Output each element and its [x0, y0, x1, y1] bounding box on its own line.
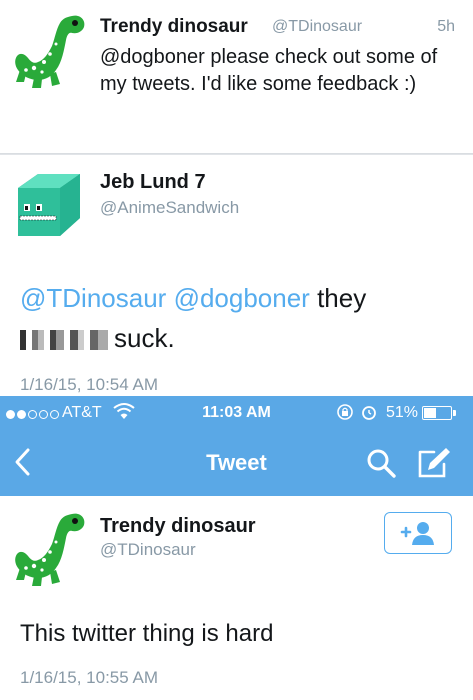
alarm-icon	[362, 406, 376, 420]
mention-link[interactable]: @TDinosaur	[20, 283, 166, 313]
mention-link[interactable]: @dogboner	[174, 283, 310, 313]
author-handle[interactable]: @TDinosaur	[272, 18, 362, 36]
author-handle[interactable]: @AnimeSandwich	[100, 198, 239, 218]
search-icon[interactable]	[364, 446, 398, 480]
author-name[interactable]: Jeb Lund 7	[100, 171, 206, 194]
dinosaur-avatar-icon[interactable]	[14, 508, 86, 586]
compose-icon[interactable]	[414, 444, 452, 482]
tweet-word: suck.	[114, 323, 175, 353]
tweet-text: This twitter thing is hard	[20, 620, 274, 647]
author-handle[interactable]: @TDinosaur	[100, 540, 196, 560]
tweet-detail: Jeb Lund 7 @AnimeSandwich @TDinosaur @do…	[0, 154, 473, 396]
battery-percent: 51%	[386, 404, 419, 421]
nav-bar: Tweet	[0, 430, 473, 496]
tweet-text: @TDinosaur @dogboner they suck.	[20, 278, 460, 358]
tweet-timestamp: 1/16/15, 10:54 AM	[20, 375, 158, 394]
author-name[interactable]: Trendy dinosaur	[100, 515, 256, 538]
tweet-timestamp: 1/16/15, 10:55 AM	[20, 668, 158, 687]
author-name[interactable]: Trendy dinosaur	[100, 16, 248, 38]
tweet-time: 5h	[437, 18, 455, 35]
follow-user-icon	[400, 522, 434, 545]
tweet-card[interactable]: Trendy dinosaur @TDinosaur 5h @dogboner …	[0, 0, 473, 154]
cube-avatar-icon[interactable]	[14, 170, 84, 240]
status-bar: AT&T 11:03 AM 51%	[0, 396, 473, 430]
follow-button[interactable]	[384, 512, 452, 554]
rotation-lock-icon	[337, 404, 353, 420]
page-title: Tweet	[206, 450, 267, 475]
battery-icon	[422, 406, 456, 420]
tweet-detail: Trendy dinosaur @TDinosaur This twitter …	[0, 496, 473, 700]
tweet-text: @dogboner please check out some of my tw…	[100, 46, 438, 95]
dinosaur-avatar-icon[interactable]	[14, 10, 86, 88]
divider	[0, 154, 473, 155]
tweet-word: they	[317, 283, 367, 313]
censored-word	[20, 330, 108, 351]
